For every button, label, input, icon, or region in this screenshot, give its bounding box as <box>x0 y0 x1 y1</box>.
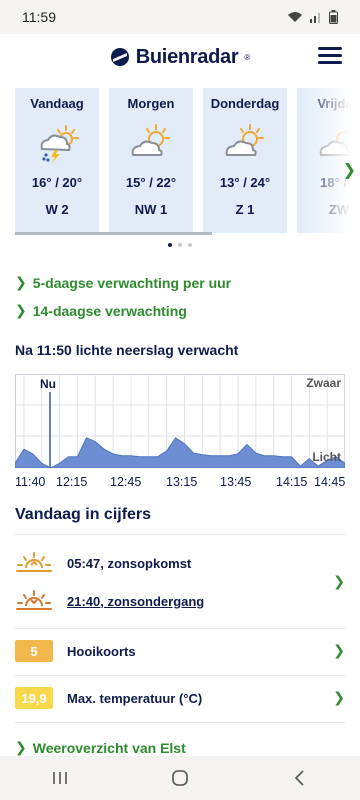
weather-overview-label: Weeroverzicht van Elst <box>32 739 186 756</box>
chevron-right-icon: ❯ <box>15 274 27 290</box>
forecast-wind: W 2 <box>45 202 69 217</box>
max-temp-badge: 19,9 <box>15 687 53 709</box>
divider <box>15 675 345 676</box>
forecast-card-thursday[interactable]: Donderdag 13° / 24° Z 1 <box>203 88 287 233</box>
max-temp-row[interactable]: 19,9 Max. temperatuur (°C) ❯ <box>15 681 345 715</box>
status-bar: 11:59 <box>0 0 360 34</box>
hayfever-row[interactable]: 5 Hooikoorts ❯ <box>15 634 345 668</box>
now-label: Nu <box>40 377 56 391</box>
page-dot-active[interactable] <box>168 243 172 247</box>
sunset-icon <box>16 590 52 610</box>
max-temp-label: Max. temperatuur (°C) <box>67 690 203 706</box>
carousel-page-dots <box>0 243 360 247</box>
hamburger-menu-icon[interactable] <box>318 44 342 68</box>
hourly-forecast-label: 5-daagse verwachting per uur <box>32 274 232 291</box>
logo-registered: ® <box>244 52 251 62</box>
carousel-next-chevron-icon[interactable]: ❯ <box>343 160 356 180</box>
forecast-day: Vandaag <box>30 96 84 111</box>
signal-icon <box>310 13 320 23</box>
time-tick: 13:15 <box>166 475 198 489</box>
home-icon[interactable] <box>160 763 200 793</box>
sun-times-chevron-icon[interactable]: ❯ <box>333 573 345 590</box>
chevron-right-icon[interactable]: ❯ <box>333 689 345 706</box>
time-tick: 13:45 <box>220 475 252 489</box>
fourteen-day-forecast-link[interactable]: ❯ 14-daagse verwachting <box>15 302 187 319</box>
time-tick: 11:40 <box>15 475 46 489</box>
divider <box>15 722 345 723</box>
thunder-sun-icon <box>40 125 79 163</box>
carousel-scrollbar[interactable] <box>15 232 212 235</box>
hayfever-badge: 5 <box>15 640 53 662</box>
wifi-icon <box>288 12 302 22</box>
recent-apps-icon[interactable] <box>40 763 80 793</box>
sun-cloud-icon <box>319 131 352 156</box>
forecast-card-tomorrow[interactable]: Morgen 15° / 22° NW 1 <box>109 88 193 233</box>
rain-chart[interactable]: Nu Zwaar Licht <box>15 374 345 468</box>
time-tick: 12:15 <box>56 475 88 489</box>
forecast-day: Donderdag <box>210 96 280 111</box>
heavy-label: Zwaar <box>306 376 341 390</box>
back-icon[interactable] <box>280 763 320 793</box>
rain-time-axis: 11:40 12:15 12:45 13:15 13:45 14:15 14:4… <box>0 475 360 491</box>
logo-text: Buienradar <box>135 45 239 68</box>
sunset-text[interactable]: 21:40, zonsondergang <box>67 594 204 609</box>
divider <box>15 628 345 629</box>
buienradar-logo[interactable]: Buienradar ® <box>110 45 251 69</box>
time-tick: 14:15 <box>276 475 308 489</box>
time-tick: 12:45 <box>110 475 142 489</box>
sunrise-icon <box>16 552 52 572</box>
sunrise-row[interactable]: 05:47, zonsopkomst <box>15 546 345 580</box>
sunrise-text: 05:47, zonsopkomst <box>67 555 192 571</box>
hayfever-label: Hooikoorts <box>67 643 136 659</box>
sunset-row[interactable]: 21:40, zonsondergang <box>15 584 345 618</box>
system-navigation-bar <box>0 756 360 800</box>
forecast-carousel[interactable]: Vandaag 16° / 20° W 2 Morgen 15° / 22° N… <box>15 88 360 236</box>
today-stats-title: Vandaag in cijfers <box>15 506 152 523</box>
forecast-day: Vrijdag <box>317 96 360 111</box>
status-icons <box>287 10 338 24</box>
hourly-forecast-link[interactable]: ❯ 5-daagse verwachting per uur <box>15 274 231 291</box>
weather-overview-link[interactable]: ❯ Weeroverzicht van Elst <box>15 739 186 756</box>
battery-icon <box>329 10 338 24</box>
sun-cloud-icon <box>225 124 264 156</box>
logo-mark-icon <box>110 48 129 66</box>
forecast-wind: Z 1 <box>235 202 255 217</box>
sun-cloud-icon <box>131 124 170 156</box>
forecast-card-today[interactable]: Vandaag 16° / 20° W 2 <box>15 88 99 233</box>
fourteen-day-forecast-label: 14-daagse verwachting <box>32 302 187 319</box>
chevron-right-icon: ❯ <box>15 302 27 318</box>
forecast-temp: 13° / 24° <box>219 175 271 190</box>
page-dot[interactable] <box>178 243 182 247</box>
forecast-wind: ZW <box>328 202 350 217</box>
divider <box>15 534 345 535</box>
chevron-right-icon: ❯ <box>15 739 27 755</box>
page-dot[interactable] <box>188 243 192 247</box>
light-label: Licht <box>312 450 341 464</box>
rain-forecast-heading: Na 11:50 lichte neerslag verwacht <box>15 342 239 358</box>
forecast-wind: NW 1 <box>134 202 168 217</box>
forecast-day: Morgen <box>127 96 175 111</box>
time-tick: 14:45 <box>314 475 346 489</box>
app-header: Buienradar ® <box>0 34 360 80</box>
forecast-temp: 15° / 22° <box>125 175 177 190</box>
chevron-right-icon[interactable]: ❯ <box>333 642 345 659</box>
forecast-temp: 16° / 20° <box>31 175 83 190</box>
status-time: 11:59 <box>22 9 56 25</box>
